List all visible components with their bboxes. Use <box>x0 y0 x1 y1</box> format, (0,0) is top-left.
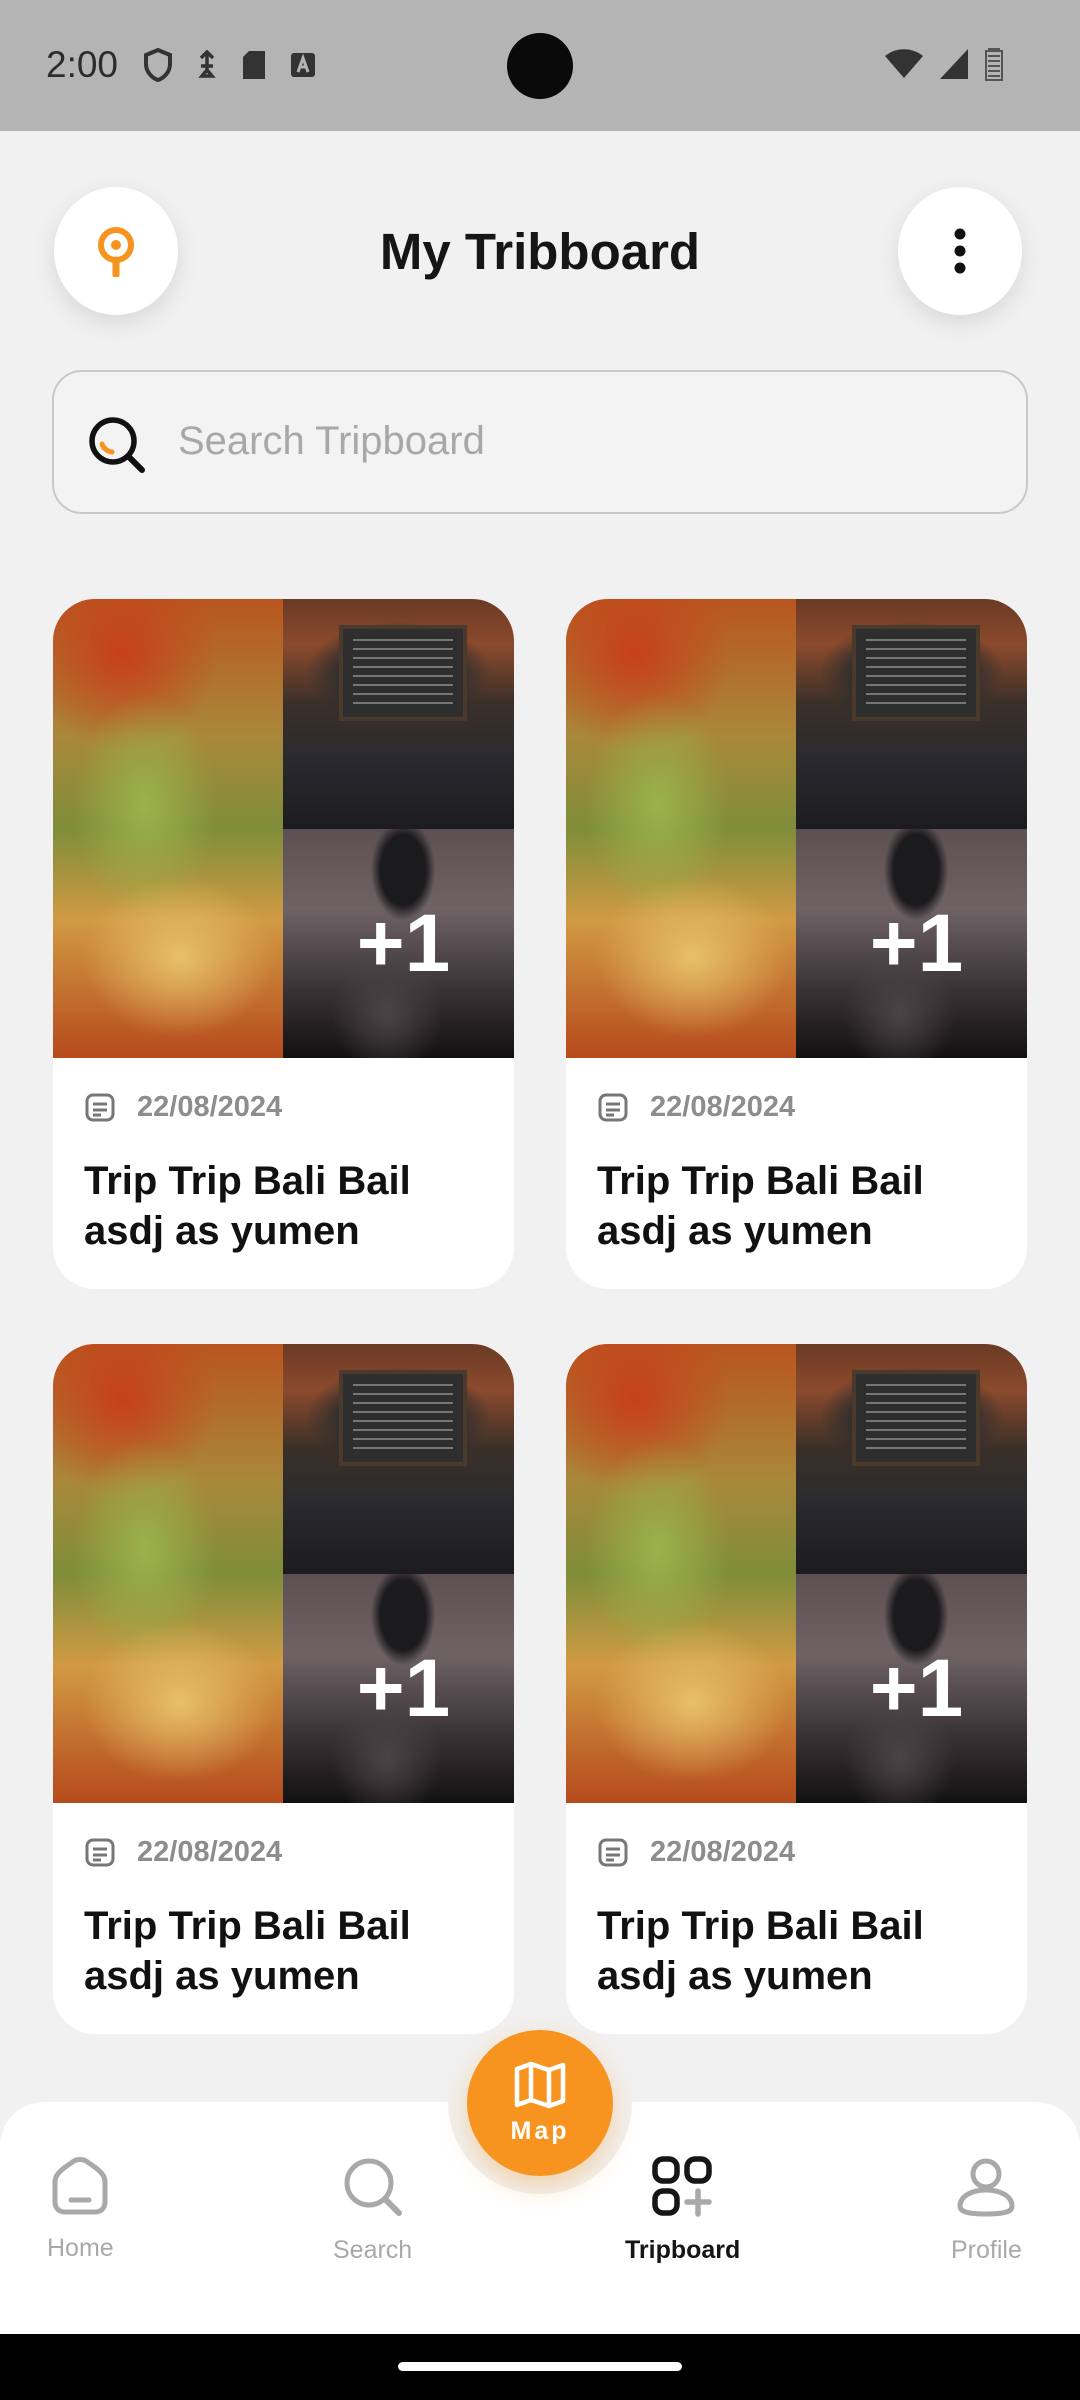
autumn-forest-image <box>566 1344 796 1803</box>
card-image-collage: +1 <box>53 599 514 1058</box>
tripboard-card[interactable]: +1 22/08/2024 Trip Trip Bali Bail asdj a… <box>53 1344 514 2034</box>
signal-icon <box>940 49 968 79</box>
cafe-image <box>796 1344 1027 1574</box>
nav-item-search[interactable]: Search <box>333 2156 412 2265</box>
cafe-image <box>283 1344 514 1574</box>
wifi-icon <box>885 49 923 78</box>
cafe-image <box>283 599 514 829</box>
card-image-collage: +1 <box>566 599 1027 1058</box>
map-icon <box>514 2061 566 2108</box>
card-image-collage: +1 <box>566 1344 1027 1803</box>
church-image: +1 <box>283 829 514 1058</box>
more-images-count: +1 <box>869 1642 964 1734</box>
calendar-icon <box>85 1093 115 1122</box>
nav-label-tripboard: Tripboard <box>625 2236 741 2264</box>
map-button[interactable]: Map <box>467 2030 613 2176</box>
more-images-count: +1 <box>869 897 964 989</box>
map-button-label: Map <box>510 2116 570 2145</box>
card-title: Trip Trip Bali Bail asdj as yumen <box>84 1904 411 1998</box>
home-icon <box>52 2157 108 2215</box>
sd-card-icon <box>243 51 265 79</box>
tripboard-card[interactable]: +1 22/08/2024 Trip Trip Bali Bail asdj a… <box>53 599 514 1289</box>
autumn-forest-image <box>566 599 796 1058</box>
card-title: Trip Trip Bali Bail asdj as yumen <box>597 1159 924 1253</box>
calendar-icon <box>598 1093 628 1122</box>
more-images-count: +1 <box>356 1642 451 1734</box>
calendar-icon <box>85 1838 115 1867</box>
church-image: +1 <box>796 829 1027 1058</box>
card-date: 22/08/2024 <box>650 1090 796 1123</box>
profile-icon <box>957 2158 1015 2217</box>
usb-icon <box>198 50 216 78</box>
nav-item-home[interactable]: Home <box>47 2156 114 2263</box>
nav-item-profile[interactable]: Profile <box>951 2156 1022 2265</box>
calendar-icon <box>598 1838 628 1867</box>
nav-label-search: Search <box>333 2236 413 2264</box>
cafe-image <box>796 599 1027 829</box>
shield-icon <box>144 48 172 82</box>
keyboard-a-icon <box>291 53 315 77</box>
card-date: 22/08/2024 <box>137 1835 283 1868</box>
more-options-button[interactable] <box>898 187 1022 315</box>
notification-icons <box>143 48 317 82</box>
card-date: 22/08/2024 <box>137 1090 283 1123</box>
search-input[interactable] <box>178 372 998 511</box>
church-image: +1 <box>283 1574 514 1803</box>
tripboard-icon <box>651 2156 712 2217</box>
nav-label-profile: Profile <box>951 2236 1022 2264</box>
card-image-collage: +1 <box>53 1344 514 1803</box>
more-images-count: +1 <box>356 897 451 989</box>
status-bar: 2:00 <box>0 0 1080 131</box>
tripboard-card[interactable]: +1 22/08/2024 Trip Trip Bali Bail asdj a… <box>566 599 1027 1289</box>
camera-cutout <box>507 33 573 99</box>
search-bar[interactable] <box>52 370 1028 514</box>
nav-label-home: Home <box>47 2234 114 2262</box>
card-date-row: 22/08/2024 <box>596 1835 795 1869</box>
tripboard-card[interactable]: +1 22/08/2024 Trip Trip Bali Bail asdj a… <box>566 1344 1027 2034</box>
church-image: +1 <box>796 1574 1027 1803</box>
nav-item-tripboard[interactable]: Tripboard <box>625 2156 740 2265</box>
card-title: Trip Trip Bali Bail asdj as yumen <box>597 1904 924 1998</box>
status-time: 2:00 <box>46 44 119 85</box>
search-icon <box>344 2158 402 2216</box>
home-gesture-handle[interactable] <box>398 2362 682 2371</box>
card-date-row: 22/08/2024 <box>83 1835 282 1869</box>
card-date-row: 22/08/2024 <box>83 1090 282 1124</box>
autumn-forest-image <box>53 1344 283 1803</box>
search-icon <box>89 417 145 473</box>
autumn-forest-image <box>53 599 283 1058</box>
more-vertical-icon <box>954 228 966 274</box>
card-title: Trip Trip Bali Bail asdj as yumen <box>84 1159 411 1253</box>
battery-icon <box>985 48 1003 81</box>
card-date-row: 22/08/2024 <box>596 1090 795 1124</box>
card-date: 22/08/2024 <box>650 1835 796 1868</box>
system-status-icons <box>884 46 1004 82</box>
